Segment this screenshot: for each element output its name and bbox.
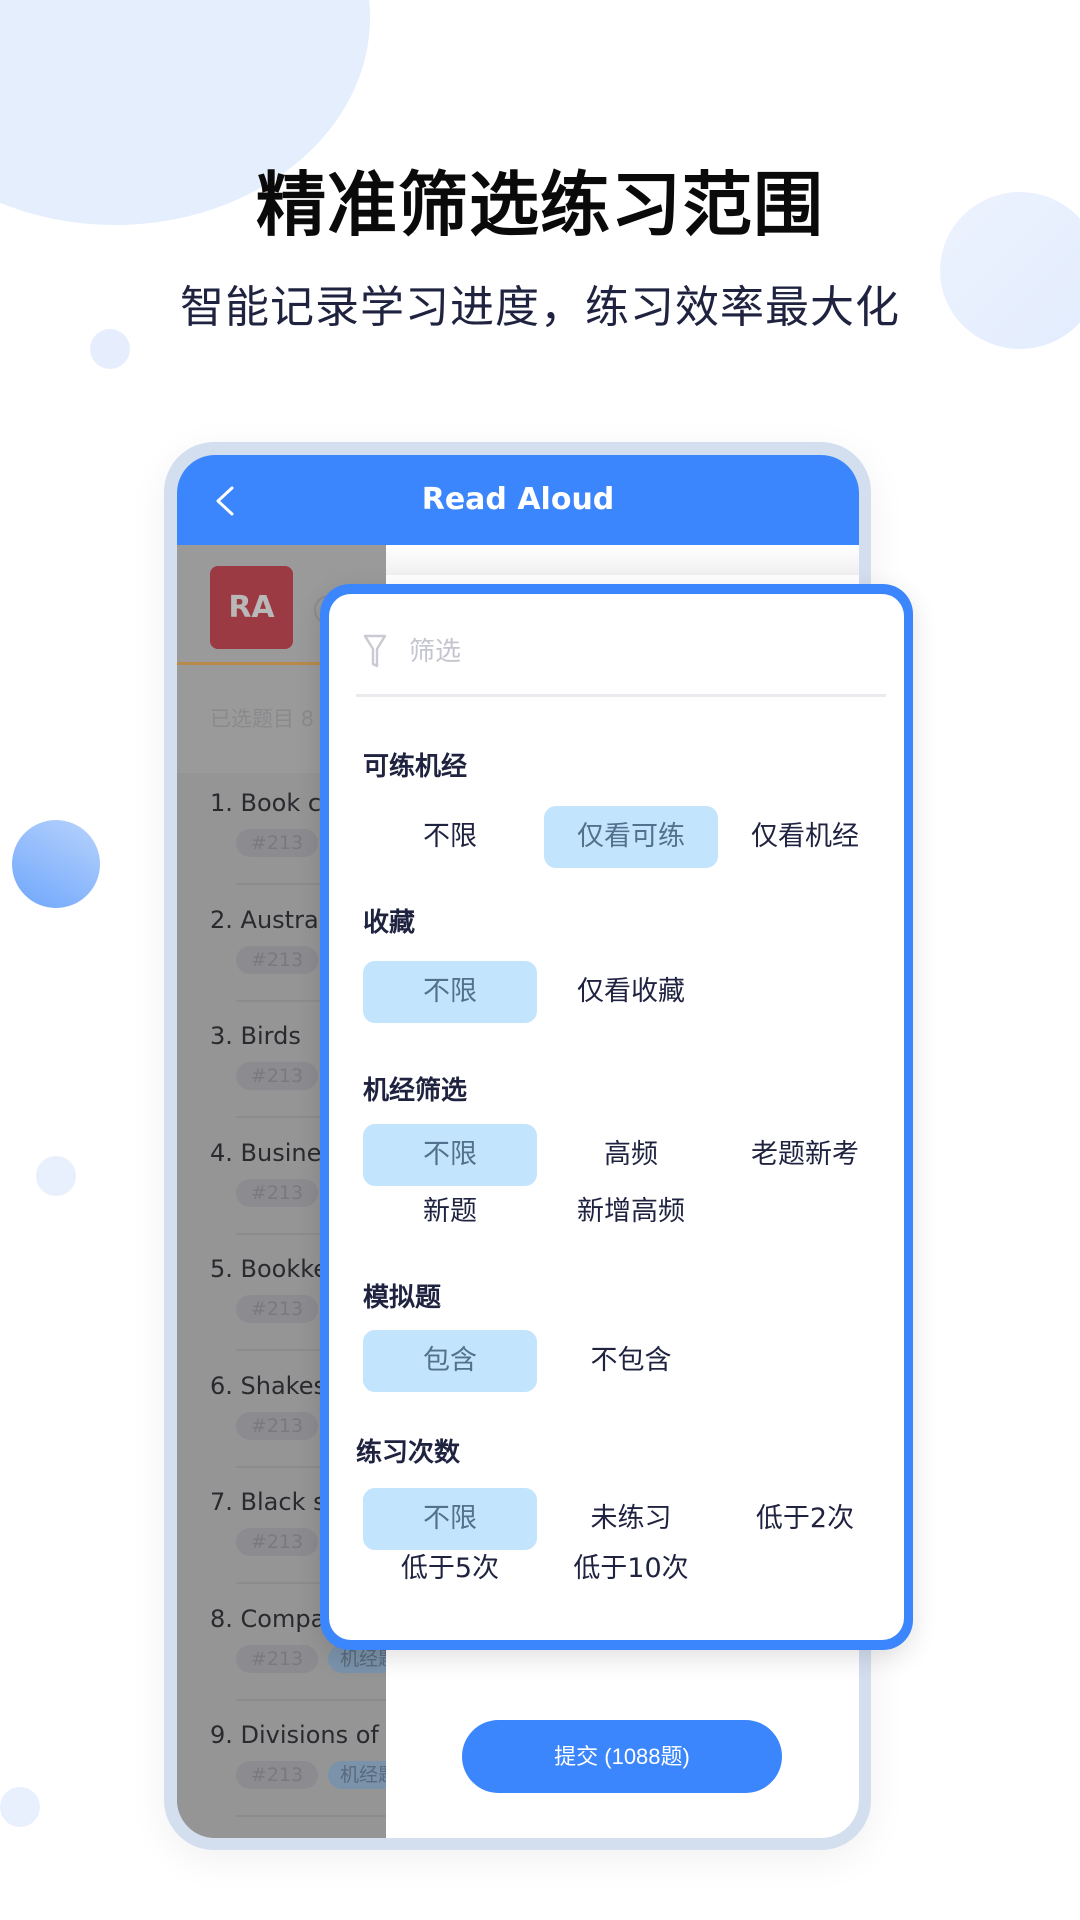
filter-search-row bbox=[363, 630, 883, 674]
filter-section-label: 收藏 bbox=[363, 908, 416, 938]
filter-option[interactable]: 不限 bbox=[363, 961, 537, 1023]
filter-panel-body: 可练机经不限仅看可练仅看机经收藏不限仅看收藏机经筛选不限高频老题新考新题新增高频… bbox=[329, 594, 904, 1640]
filter-funnel-icon bbox=[363, 634, 387, 668]
item-tag: #213 bbox=[236, 1528, 318, 1556]
filter-option[interactable]: 低于2次 bbox=[718, 1488, 892, 1550]
decor-circle-blue bbox=[12, 820, 100, 908]
item-title: 2. Australi bbox=[210, 905, 332, 934]
item-tag: #213 bbox=[236, 1761, 318, 1789]
divider bbox=[356, 694, 886, 697]
item-tag: #213 bbox=[236, 1411, 318, 1440]
filter-option[interactable]: 不包含 bbox=[544, 1330, 718, 1392]
app-header: Read Aloud bbox=[177, 455, 859, 545]
hero-subtitle: 智能记录学习进度，练习效率最大化 bbox=[180, 282, 900, 333]
item-tag: #213 bbox=[236, 1062, 318, 1090]
filter-option[interactable]: 不限 bbox=[363, 1124, 537, 1186]
item-tag: #213 bbox=[236, 1178, 318, 1207]
divider bbox=[236, 1815, 386, 1817]
filter-option[interactable]: 新增高频 bbox=[544, 1190, 718, 1234]
content-area bbox=[386, 545, 859, 575]
filter-panel: 可练机经不限仅看可练仅看机经收藏不限仅看收藏机经筛选不限高频老题新考新题新增高频… bbox=[320, 584, 913, 1650]
submit-button[interactable]: 提交 (1088题) bbox=[462, 1720, 782, 1793]
filter-option[interactable]: 仅看收藏 bbox=[544, 961, 718, 1023]
list-item[interactable]: 9. Divisions of d #213 机经题 bbox=[210, 1721, 386, 1837]
filter-option[interactable]: 不限 bbox=[363, 806, 537, 868]
filter-option[interactable]: 高频 bbox=[544, 1124, 718, 1186]
item-title: 4. Busines bbox=[210, 1138, 334, 1167]
item-title: 9. Divisions of d bbox=[210, 1721, 386, 1749]
item-title: 5. Bookke bbox=[210, 1255, 329, 1283]
item-title: 3. Birds bbox=[210, 1022, 301, 1050]
filter-option[interactable]: 低于10次 bbox=[544, 1547, 718, 1591]
filter-section-label: 可练机经 bbox=[363, 752, 468, 782]
filter-section-label: 模拟题 bbox=[363, 1283, 442, 1313]
filter-option[interactable]: 新题 bbox=[363, 1190, 537, 1234]
category-badge[interactable]: RA bbox=[210, 566, 293, 649]
selected-count: 已选题目 8 bbox=[210, 707, 315, 731]
item-tag: #213 bbox=[236, 1295, 318, 1323]
item-title: 1. Book ch bbox=[210, 789, 337, 817]
page-title: Read Aloud bbox=[421, 482, 615, 517]
decor-dot bbox=[0, 1787, 40, 1827]
filter-option[interactable]: 包含 bbox=[363, 1330, 537, 1392]
divider bbox=[236, 1698, 386, 1701]
item-title: 8. Compa bbox=[210, 1604, 326, 1633]
item-tag: #213 bbox=[236, 829, 318, 857]
filter-option[interactable]: 不限 bbox=[363, 1488, 537, 1550]
filter-option[interactable]: 仅看机经 bbox=[718, 806, 892, 868]
filter-section-label: 练习次数 bbox=[356, 1438, 461, 1468]
filter-search-input[interactable] bbox=[409, 630, 849, 674]
filter-option[interactable]: 低于5次 bbox=[363, 1547, 537, 1591]
decor-dot bbox=[36, 1156, 76, 1196]
item-tag: #213 bbox=[236, 1644, 318, 1673]
item-tag-jijing: 机经题 bbox=[328, 1761, 386, 1789]
item-tag: #213 bbox=[236, 945, 318, 974]
hero-title: 精准筛选练习范围 bbox=[256, 164, 824, 246]
filter-option[interactable]: 未练习 bbox=[544, 1488, 718, 1550]
filter-section-label: 机经筛选 bbox=[363, 1076, 468, 1106]
filter-option[interactable]: 仅看可练 bbox=[544, 806, 718, 868]
filter-option[interactable]: 老题新考 bbox=[718, 1124, 892, 1186]
